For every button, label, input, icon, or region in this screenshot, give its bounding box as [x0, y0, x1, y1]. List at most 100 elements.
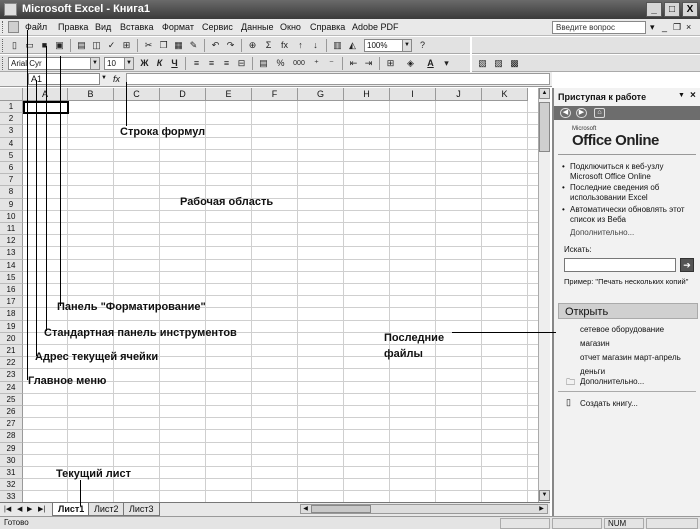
create-workbook-link[interactable]: Создать книгу...: [580, 399, 638, 408]
new-icon[interactable]: ▯: [8, 39, 21, 52]
help-dropdown-icon[interactable]: ▾: [650, 22, 655, 33]
menu-edit[interactable]: Правка: [58, 22, 88, 32]
format-painter-icon[interactable]: ✎: [187, 39, 200, 52]
recent-file[interactable]: деньги: [580, 367, 605, 376]
fill-color-icon[interactable]: ◈: [404, 57, 417, 70]
research-icon[interactable]: ⊞: [120, 39, 133, 52]
help-question-input[interactable]: Введите вопрос: [552, 21, 646, 34]
task-pane-link-auto-update[interactable]: Автоматически обновлять этот список из В…: [562, 205, 694, 225]
sheet-tab-3[interactable]: Лист3: [123, 503, 160, 516]
sheet-tab-2[interactable]: Лист2: [88, 503, 125, 516]
task-pane-close-button[interactable]: ×: [690, 90, 696, 101]
column-header[interactable]: E: [206, 88, 252, 101]
open-icon[interactable]: ▭: [23, 39, 36, 52]
menu-insert[interactable]: Вставка: [120, 22, 153, 32]
doc-restore-button[interactable]: ❐: [673, 22, 681, 33]
align-right-icon[interactable]: ≡: [220, 57, 233, 70]
merge-center-icon[interactable]: ⊟: [235, 57, 248, 70]
row-header[interactable]: 23: [0, 369, 23, 382]
sort-descending-icon[interactable]: ↓: [309, 39, 322, 52]
menu-tools[interactable]: Сервис: [202, 22, 233, 32]
last-sheet-icon[interactable]: ▶|: [38, 505, 45, 513]
permission-icon[interactable]: ▣: [53, 39, 66, 52]
row-header[interactable]: 18: [0, 308, 23, 321]
menu-view[interactable]: Вид: [95, 22, 111, 32]
font-size-select[interactable]: 10 ▼: [104, 57, 134, 70]
worksheet-grid[interactable]: A B C D E F G H I J K 1 2 3 4 5 6 7 8 9 10 11 12 13 14 15 16 17 18 19…: [0, 88, 538, 502]
row-header[interactable]: 31: [0, 467, 23, 480]
row-header[interactable]: 27: [0, 418, 23, 431]
toolbar-options-icon[interactable]: ▾: [440, 57, 453, 70]
row-header[interactable]: 26: [0, 406, 23, 419]
row-header[interactable]: 13: [0, 247, 23, 260]
column-header[interactable]: K: [482, 88, 528, 101]
menu-data[interactable]: Данные: [241, 22, 274, 32]
document-icon[interactable]: [8, 21, 19, 33]
scroll-down-icon[interactable]: ▼: [539, 490, 550, 501]
increase-decimal-icon[interactable]: ⁺: [310, 57, 323, 70]
chevron-down-icon[interactable]: ▼: [124, 58, 133, 69]
prev-sheet-icon[interactable]: ◀: [17, 505, 22, 513]
vertical-scrollbar[interactable]: ▲ ▼: [538, 88, 550, 502]
insert-function-button[interactable]: fx: [113, 74, 120, 84]
decrease-indent-icon[interactable]: ⇤: [347, 57, 360, 70]
currency-icon[interactable]: ▤: [257, 57, 270, 70]
spelling-icon[interactable]: ✓: [105, 39, 118, 52]
row-header[interactable]: 5: [0, 149, 23, 162]
chevron-down-icon[interactable]: ▼: [678, 92, 685, 99]
copy-icon[interactable]: ❐: [157, 39, 170, 52]
forward-icon[interactable]: ▶: [576, 108, 587, 118]
italic-button[interactable]: К: [153, 57, 166, 70]
zoom-select[interactable]: 100% ▼: [364, 39, 412, 52]
row-header[interactable]: 33: [0, 491, 23, 502]
chevron-down-icon[interactable]: ▼: [90, 58, 99, 69]
menu-adobe-pdf[interactable]: Adobe PDF: [352, 22, 399, 32]
bold-button[interactable]: Ж: [138, 57, 151, 70]
autosum-icon[interactable]: Σ: [262, 39, 275, 52]
row-header[interactable]: 29: [0, 442, 23, 455]
insert-function-icon[interactable]: fx: [278, 39, 291, 52]
standard-toolbar-grip[interactable]: [2, 39, 5, 52]
decrease-decimal-icon[interactable]: ⁻: [325, 57, 338, 70]
sheet-tab-1[interactable]: Лист1: [52, 503, 91, 516]
menu-format[interactable]: Формат: [162, 22, 194, 32]
hyperlink-icon[interactable]: ⊕: [246, 39, 259, 52]
excel-app-icon[interactable]: [4, 3, 17, 16]
row-header[interactable]: 19: [0, 320, 23, 333]
pdf-convert-icon[interactable]: ▧: [476, 57, 489, 70]
align-center-icon[interactable]: ≡: [205, 57, 218, 70]
task-pane-link-office-online[interactable]: Подключиться к веб-узлу Microsoft Office…: [562, 162, 694, 182]
menu-file[interactable]: Файл: [25, 22, 47, 32]
column-header[interactable]: J: [436, 88, 482, 101]
row-header[interactable]: 12: [0, 235, 23, 248]
row-header[interactable]: 10: [0, 210, 23, 223]
minimize-button[interactable]: _: [646, 2, 662, 17]
column-header[interactable]: F: [252, 88, 298, 101]
row-header[interactable]: 7: [0, 174, 23, 187]
formula-input[interactable]: [126, 73, 550, 85]
search-go-button[interactable]: ➔: [680, 258, 694, 272]
column-header[interactable]: C: [114, 88, 160, 101]
row-header[interactable]: 6: [0, 162, 23, 175]
first-sheet-icon[interactable]: |◀: [4, 505, 11, 513]
task-pane-more-link[interactable]: Дополнительно...: [570, 228, 634, 237]
print-icon[interactable]: ▤: [75, 39, 88, 52]
font-color-button[interactable]: A: [424, 57, 437, 70]
formatting-toolbar-grip[interactable]: [2, 57, 5, 70]
row-header[interactable]: 1: [0, 101, 23, 114]
row-header[interactable]: 2: [0, 113, 23, 126]
row-header[interactable]: 17: [0, 296, 23, 309]
next-sheet-icon[interactable]: ▶: [27, 505, 32, 513]
undo-icon[interactable]: ↶: [209, 39, 222, 52]
row-header[interactable]: 14: [0, 259, 23, 272]
row-header[interactable]: 11: [0, 223, 23, 236]
thousands-button[interactable]: 000: [290, 57, 308, 70]
drawing-icon[interactable]: ◭: [346, 39, 359, 52]
row-header[interactable]: 28: [0, 430, 23, 443]
increase-indent-icon[interactable]: ⇥: [362, 57, 375, 70]
maximize-button[interactable]: □: [664, 2, 680, 17]
select-all-corner[interactable]: [0, 88, 23, 101]
paste-icon[interactable]: ▦: [172, 39, 185, 52]
column-header[interactable]: I: [390, 88, 436, 101]
home-icon[interactable]: ⌂: [594, 108, 605, 118]
